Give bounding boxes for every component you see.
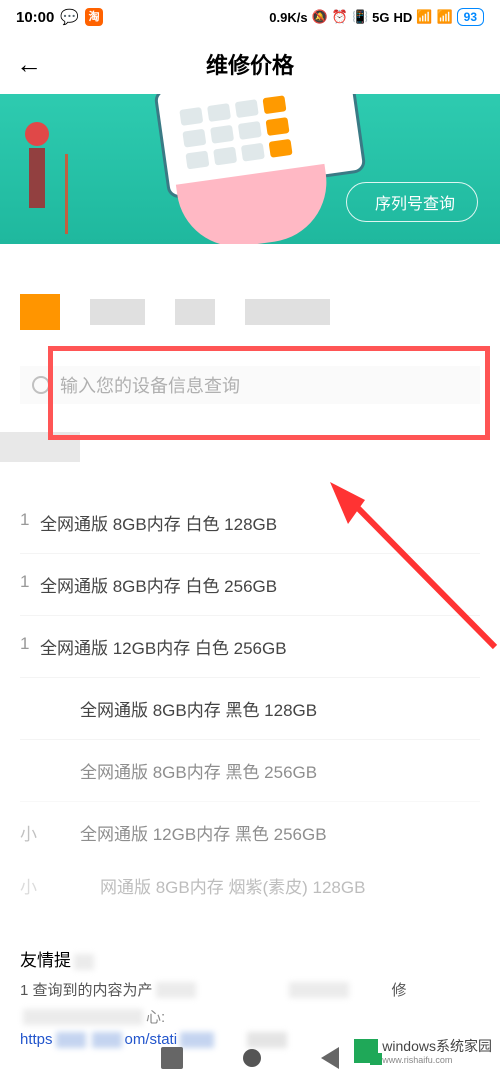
status-bar: 10:00 💬 淘 0.9K/s 🔕 ⏰ 📳 5G HD 📶 📶 93	[0, 0, 500, 34]
tab-active[interactable]	[20, 294, 60, 330]
alarm-icon: ⏰	[332, 9, 348, 25]
list-item[interactable]: 1 全网通版 12GB内存 白色 256GB	[20, 616, 480, 678]
nav-back-button[interactable]	[321, 1047, 339, 1069]
banner: 序列号查询	[0, 94, 500, 244]
list-item[interactable]: 全网通版 8GB内存 黑色 256GB	[20, 740, 480, 802]
back-button[interactable]: ←	[16, 49, 42, 80]
search-placeholder: 输入您的设备信息查询	[60, 372, 240, 398]
battery-indicator: 93	[457, 8, 484, 26]
list-item[interactable]: 小 网通版 8GB内存 烟紫(素皮) 128GB	[20, 863, 480, 916]
hd-icon: HD	[393, 10, 412, 25]
signal-icon: 📶	[416, 9, 432, 25]
search-input[interactable]: 输入您的设备信息查询	[20, 366, 480, 404]
list-item[interactable]: 全网通版 8GB内存 黑色 128GB	[20, 678, 480, 740]
bell-off-icon: 🔕	[312, 9, 328, 25]
nav-recent-button[interactable]	[161, 1047, 183, 1069]
net-speed: 0.9K/s	[269, 10, 307, 25]
tab-item[interactable]	[245, 299, 330, 325]
message-icon: 💬	[60, 8, 79, 26]
status-time: 10:00	[16, 9, 54, 26]
tips-section: 友情提 1 查询到的内容为产 修 心: https om/stati	[20, 946, 480, 1048]
search-icon	[32, 376, 50, 394]
page-header: ← 维修价格	[0, 34, 500, 94]
tab-item[interactable]	[90, 299, 145, 325]
tab-item[interactable]	[175, 299, 215, 325]
taobao-icon: 淘	[85, 8, 103, 26]
vibrate-icon: 📳	[352, 9, 368, 25]
result-blur	[0, 432, 80, 462]
list-item[interactable]: 1 全网通版 8GB内存 白色 128GB	[20, 492, 480, 554]
wifi-icon: 📶	[436, 9, 452, 25]
tab-row	[20, 294, 480, 330]
serial-query-button[interactable]: 序列号查询	[346, 182, 478, 222]
device-list: 1 全网通版 8GB内存 白色 128GB 1 全网通版 8GB内存 白色 25…	[20, 492, 480, 916]
signal-5g-icon: 5G	[372, 10, 389, 25]
list-item[interactable]: 1 全网通版 8GB内存 白色 256GB	[20, 554, 480, 616]
page-title: 维修价格	[206, 48, 294, 80]
watermark: windows系统家园 www.rishaifu.com	[354, 1036, 492, 1065]
nav-home-button[interactable]	[243, 1049, 261, 1067]
watermark-logo-icon	[354, 1039, 378, 1063]
list-item[interactable]: 小 全网通版 12GB内存 黑色 256GB	[20, 802, 480, 863]
